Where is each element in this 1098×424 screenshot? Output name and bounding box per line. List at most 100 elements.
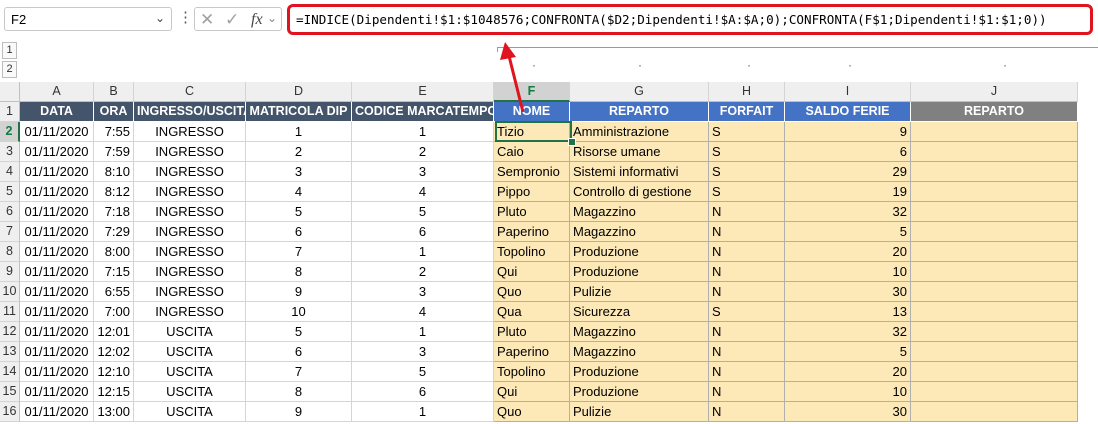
cell-department[interactable]: Produzione — [570, 382, 709, 402]
cell-flat-rate[interactable]: N — [709, 342, 785, 362]
cell-in-out[interactable]: INGRESSO — [134, 142, 246, 162]
cell-department[interactable]: Produzione — [570, 362, 709, 382]
cell-department-lookup[interactable] — [911, 282, 1078, 302]
cell-date[interactable]: 01/11/2020 — [20, 162, 94, 182]
cell-in-out[interactable]: INGRESSO — [134, 242, 246, 262]
cell-department-lookup[interactable] — [911, 362, 1078, 382]
cell-date[interactable]: 01/11/2020 — [20, 242, 94, 262]
column-header-b[interactable]: B — [94, 82, 134, 102]
formula-input[interactable]: =INDICE(Dipendenti!$1:$1048576;CONFRONTA… — [287, 4, 1093, 35]
cell-flat-rate[interactable]: N — [709, 282, 785, 302]
cell-time[interactable]: 8:12 — [94, 182, 134, 202]
cell-leave-balance[interactable]: 29 — [785, 162, 911, 182]
cell-date[interactable]: 01/11/2020 — [20, 182, 94, 202]
cell-time[interactable]: 7:29 — [94, 222, 134, 242]
row-header-1[interactable]: 1 — [0, 102, 20, 122]
cell-employee-id[interactable]: 5 — [246, 202, 352, 222]
row-header[interactable]: 6 — [0, 202, 20, 222]
column-header-c[interactable]: C — [134, 82, 246, 102]
cell-flat-rate[interactable]: N — [709, 262, 785, 282]
cell-in-out[interactable]: INGRESSO — [134, 122, 246, 142]
cell-leave-balance[interactable]: 20 — [785, 362, 911, 382]
cell-department-lookup[interactable] — [911, 262, 1078, 282]
cell-flat-rate[interactable]: N — [709, 322, 785, 342]
cell-date[interactable]: 01/11/2020 — [20, 362, 94, 382]
cell-department-lookup[interactable] — [911, 142, 1078, 162]
cell-employee-id[interactable]: 7 — [246, 242, 352, 262]
cell-department[interactable]: Magazzino — [570, 202, 709, 222]
cell-name[interactable]: Sempronio — [494, 162, 570, 182]
cell-leave-balance[interactable]: 10 — [785, 382, 911, 402]
cell-clock-code[interactable]: 2 — [352, 142, 494, 162]
cell-employee-id[interactable]: 6 — [246, 222, 352, 242]
cell-employee-id[interactable]: 4 — [246, 182, 352, 202]
cell-department-lookup[interactable] — [911, 302, 1078, 322]
row-header[interactable]: 13 — [0, 342, 20, 362]
cell-clock-code[interactable]: 5 — [352, 362, 494, 382]
cell-in-out[interactable]: INGRESSO — [134, 162, 246, 182]
cell-department-lookup[interactable] — [911, 122, 1078, 142]
cell-flat-rate[interactable]: N — [709, 242, 785, 262]
cell-name[interactable]: Qui — [494, 262, 570, 282]
cell-leave-balance[interactable]: 30 — [785, 282, 911, 302]
close-icon[interactable]: ✕ — [200, 10, 214, 30]
header-cell-in-out[interactable]: INGRESSO/USCITA — [134, 102, 246, 122]
cell-in-out[interactable]: INGRESSO — [134, 282, 246, 302]
row-header[interactable]: 4 — [0, 162, 20, 182]
cell-employee-id[interactable]: 6 — [246, 342, 352, 362]
column-header-i[interactable]: I — [785, 82, 911, 102]
cell-department[interactable]: Risorse umane — [570, 142, 709, 162]
select-all-corner[interactable] — [0, 82, 20, 102]
header-cell-date[interactable]: DATA — [20, 102, 94, 122]
column-header-f[interactable]: F — [494, 82, 570, 102]
cell-employee-id[interactable]: 10 — [246, 302, 352, 322]
cell-department[interactable]: Controllo di gestione — [570, 182, 709, 202]
cell-date[interactable]: 01/11/2020 — [20, 202, 94, 222]
cell-time[interactable]: 6:55 — [94, 282, 134, 302]
cell-employee-id[interactable]: 3 — [246, 162, 352, 182]
cell-date[interactable]: 01/11/2020 — [20, 302, 94, 322]
cell-department[interactable]: Pulizie — [570, 402, 709, 422]
column-header-g[interactable]: G — [570, 82, 709, 102]
cell-employee-id[interactable]: 8 — [246, 262, 352, 282]
cell-employee-id[interactable]: 8 — [246, 382, 352, 402]
chevron-down-icon[interactable]: ⌄ — [155, 11, 165, 25]
cell-in-out[interactable]: USCITA — [134, 402, 246, 422]
cell-name[interactable]: Quo — [494, 402, 570, 422]
cell-time[interactable]: 7:59 — [94, 142, 134, 162]
cell-clock-code[interactable]: 4 — [352, 182, 494, 202]
cell-clock-code[interactable]: 6 — [352, 382, 494, 402]
cell-clock-code[interactable]: 4 — [352, 302, 494, 322]
cell-flat-rate[interactable]: S — [709, 122, 785, 142]
cell-leave-balance[interactable]: 9 — [785, 122, 911, 142]
header-cell-name[interactable]: NOME — [494, 102, 570, 122]
cell-date[interactable]: 01/11/2020 — [20, 262, 94, 282]
row-header[interactable]: 12 — [0, 322, 20, 342]
cell-flat-rate[interactable]: S — [709, 142, 785, 162]
cell-department-lookup[interactable] — [911, 382, 1078, 402]
cell-date[interactable]: 01/11/2020 — [20, 342, 94, 362]
cell-clock-code[interactable]: 2 — [352, 262, 494, 282]
cell-flat-rate[interactable]: S — [709, 182, 785, 202]
cell-date[interactable]: 01/11/2020 — [20, 402, 94, 422]
column-header-h[interactable]: H — [709, 82, 785, 102]
row-header[interactable]: 15 — [0, 382, 20, 402]
header-cell-department[interactable]: REPARTO — [570, 102, 709, 122]
cell-employee-id[interactable]: 7 — [246, 362, 352, 382]
cell-clock-code[interactable]: 1 — [352, 322, 494, 342]
cell-leave-balance[interactable]: 19 — [785, 182, 911, 202]
cell-in-out[interactable]: USCITA — [134, 362, 246, 382]
cell-clock-code[interactable]: 3 — [352, 342, 494, 362]
header-cell-flat-rate[interactable]: FORFAIT — [709, 102, 785, 122]
cell-leave-balance[interactable]: 20 — [785, 242, 911, 262]
header-cell-department-lookup[interactable]: REPARTO — [911, 102, 1078, 122]
cell-name[interactable]: Quo — [494, 282, 570, 302]
cell-date[interactable]: 01/11/2020 — [20, 222, 94, 242]
cell-in-out[interactable]: USCITA — [134, 342, 246, 362]
outline-level-2-button[interactable]: 2 — [2, 61, 17, 78]
cell-department[interactable]: Sicurezza — [570, 302, 709, 322]
cell-department[interactable]: Pulizie — [570, 282, 709, 302]
column-header-e[interactable]: E — [352, 82, 494, 102]
cell-name[interactable]: Pippo — [494, 182, 570, 202]
cell-in-out[interactable]: INGRESSO — [134, 262, 246, 282]
